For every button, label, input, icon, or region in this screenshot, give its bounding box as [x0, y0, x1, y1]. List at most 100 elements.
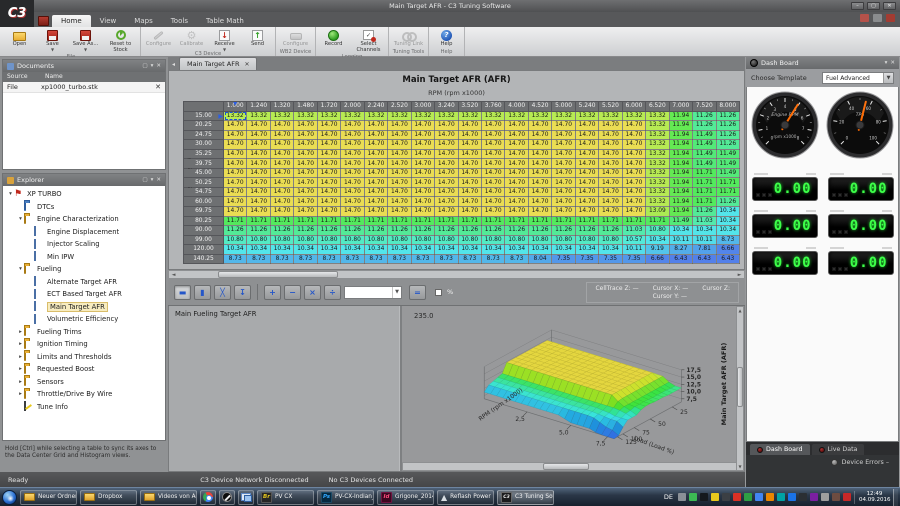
tree-collapsed-icon[interactable]: ▸	[17, 379, 24, 385]
grid-cell[interactable]: 10.34	[458, 245, 481, 255]
grid-row-header[interactable]: 60.00	[184, 197, 224, 207]
display-buttons[interactable]	[832, 193, 848, 197]
grid-cell[interactable]: 10.34	[224, 245, 247, 255]
grid-column-header[interactable]: 7.000	[669, 102, 692, 112]
grid-column-header[interactable]: 5.000	[552, 102, 575, 112]
grid-cell[interactable]: 14.70	[458, 130, 481, 140]
taskbar-button-darkapp[interactable]	[219, 490, 235, 505]
grid-cell[interactable]: 13.32	[481, 111, 504, 121]
scroll-left-icon[interactable]: ◄	[169, 272, 178, 278]
tray-icon[interactable]	[722, 493, 730, 501]
grid-cell[interactable]: 13.32	[388, 111, 411, 121]
grid-cell[interactable]: 11.26	[575, 226, 598, 236]
grid-cell[interactable]: 13.32	[505, 111, 528, 121]
grid-cell[interactable]: 14.70	[411, 178, 434, 188]
grid-cell[interactable]: 13.32	[294, 111, 317, 121]
grid-cell[interactable]: 14.70	[552, 149, 575, 159]
grid-cell[interactable]: 14.70	[505, 187, 528, 197]
grid-cell[interactable]: 14.70	[247, 187, 270, 197]
documents-col-source[interactable]: Source	[3, 72, 41, 82]
taskbar-button-dropbox[interactable]: Dropbox	[80, 490, 137, 505]
grid-cell[interactable]: 8.73	[364, 254, 387, 264]
grid-cell[interactable]: 11.03	[622, 226, 645, 236]
grid-cell[interactable]: 14.70	[317, 140, 340, 150]
tray-icon[interactable]	[711, 493, 719, 501]
grid-cell[interactable]: 14.70	[294, 168, 317, 178]
ribbon-tab-table-math[interactable]: Table Math	[197, 15, 253, 28]
grid-cell[interactable]: 7.35	[599, 254, 622, 264]
grid-cell[interactable]: 10.34	[599, 245, 622, 255]
grid-cell[interactable]: 14.70	[481, 159, 504, 169]
tree-item-throttle-drive-by-wire[interactable]: ▸Throttle/Drive By Wire	[3, 388, 165, 401]
grid-cell[interactable]: 14.70	[575, 207, 598, 217]
grid-cell[interactable]: 10.80	[575, 235, 598, 245]
grid-cell[interactable]: 10.80	[247, 235, 270, 245]
grid-cell[interactable]: 11.49	[693, 130, 716, 140]
chevron-down-icon[interactable]: ▼	[392, 287, 401, 298]
grid-cell[interactable]: 11.49	[669, 216, 692, 226]
grid-cell[interactable]: 11.26	[481, 226, 504, 236]
taskbar-button-chrome[interactable]	[200, 490, 216, 505]
grid-cell[interactable]: 8.73	[294, 254, 317, 264]
grid-cell[interactable]: 11.26	[716, 140, 739, 150]
grid-cell[interactable]: 10.34	[388, 245, 411, 255]
display-buttons[interactable]	[756, 267, 772, 271]
grid-cell[interactable]: 14.70	[599, 197, 622, 207]
grid-cell[interactable]: 14.70	[552, 130, 575, 140]
grid-cell[interactable]: 14.70	[294, 121, 317, 131]
grid-cell[interactable]: 11.26	[411, 226, 434, 236]
grid-cell[interactable]: 14.70	[247, 140, 270, 150]
grid-column-header[interactable]: 2.520	[388, 102, 411, 112]
tray-icon[interactable]	[678, 493, 686, 501]
percent-checkbox[interactable]	[435, 289, 442, 296]
grid-cell[interactable]: 14.70	[294, 140, 317, 150]
grid-cell[interactable]: 14.70	[435, 178, 458, 188]
grid-cell[interactable]: 14.70	[294, 197, 317, 207]
grid-cell[interactable]: 14.70	[224, 168, 247, 178]
grid-cell[interactable]: 10.80	[505, 235, 528, 245]
grid-cell[interactable]: 14.70	[364, 130, 387, 140]
grid-cell[interactable]: 11.26	[224, 226, 247, 236]
grid-cell[interactable]: 13.32	[317, 111, 340, 121]
grid-cell[interactable]: 13.32	[435, 111, 458, 121]
grid-cell[interactable]: 14.70	[364, 197, 387, 207]
tray-icon[interactable]	[832, 493, 840, 501]
grid-cell[interactable]: 13.32	[646, 111, 669, 121]
grid-cell[interactable]: 14.70	[270, 168, 293, 178]
subtract-icon[interactable]: −	[284, 285, 301, 300]
grid-cell[interactable]: 14.70	[341, 187, 364, 197]
grid-cell[interactable]: 11.71	[388, 216, 411, 226]
grid-cell[interactable]: 13.32	[646, 130, 669, 140]
grid-row-header[interactable]: 140.25	[184, 254, 224, 264]
grid-cell[interactable]: 14.70	[247, 207, 270, 217]
grid-cell[interactable]: 11.71	[364, 216, 387, 226]
grid-cell[interactable]: 8.73	[247, 254, 270, 264]
ribbon-tab-home[interactable]: Home	[52, 15, 91, 28]
receive-button[interactable]: ↓Receive▼	[208, 28, 241, 51]
grid-cell[interactable]: 10.34	[294, 245, 317, 255]
grid-cell[interactable]: 11.26	[294, 226, 317, 236]
grid-cell[interactable]: 14.70	[388, 121, 411, 131]
grid-cell[interactable]: 6.43	[669, 254, 692, 264]
grid-cell[interactable]: 14.70	[575, 121, 598, 131]
grid-cell[interactable]: 14.70	[247, 149, 270, 159]
grid-cell[interactable]: 8.73	[224, 254, 247, 264]
grid-cell[interactable]: 14.70	[341, 159, 364, 169]
grid-cell[interactable]: 11.26	[388, 226, 411, 236]
grid-cell[interactable]: 14.70	[481, 207, 504, 217]
grid-cell[interactable]: 14.70	[528, 178, 551, 188]
grid-cell[interactable]: 14.70	[599, 140, 622, 150]
grid-cell[interactable]: 10.11	[693, 235, 716, 245]
taskbar-button-c3-tuning-soft-[interactable]: C3C3 Tuning Soft...	[497, 490, 554, 505]
grid-cell[interactable]: 10.80	[388, 235, 411, 245]
grid-cell[interactable]: 14.70	[458, 178, 481, 188]
tray-icon[interactable]	[744, 493, 752, 501]
grid-cell[interactable]: 14.70	[341, 207, 364, 217]
language-indicator[interactable]: DE	[664, 493, 673, 501]
grid-cell[interactable]: 10.11	[622, 245, 645, 255]
grid-cell[interactable]: 10.80	[552, 235, 575, 245]
grid-cell[interactable]: 8.73	[458, 254, 481, 264]
grid-cell[interactable]: 10.34	[317, 245, 340, 255]
grid-cell[interactable]: 11.26	[528, 226, 551, 236]
grid-cell[interactable]: 14.70	[364, 168, 387, 178]
